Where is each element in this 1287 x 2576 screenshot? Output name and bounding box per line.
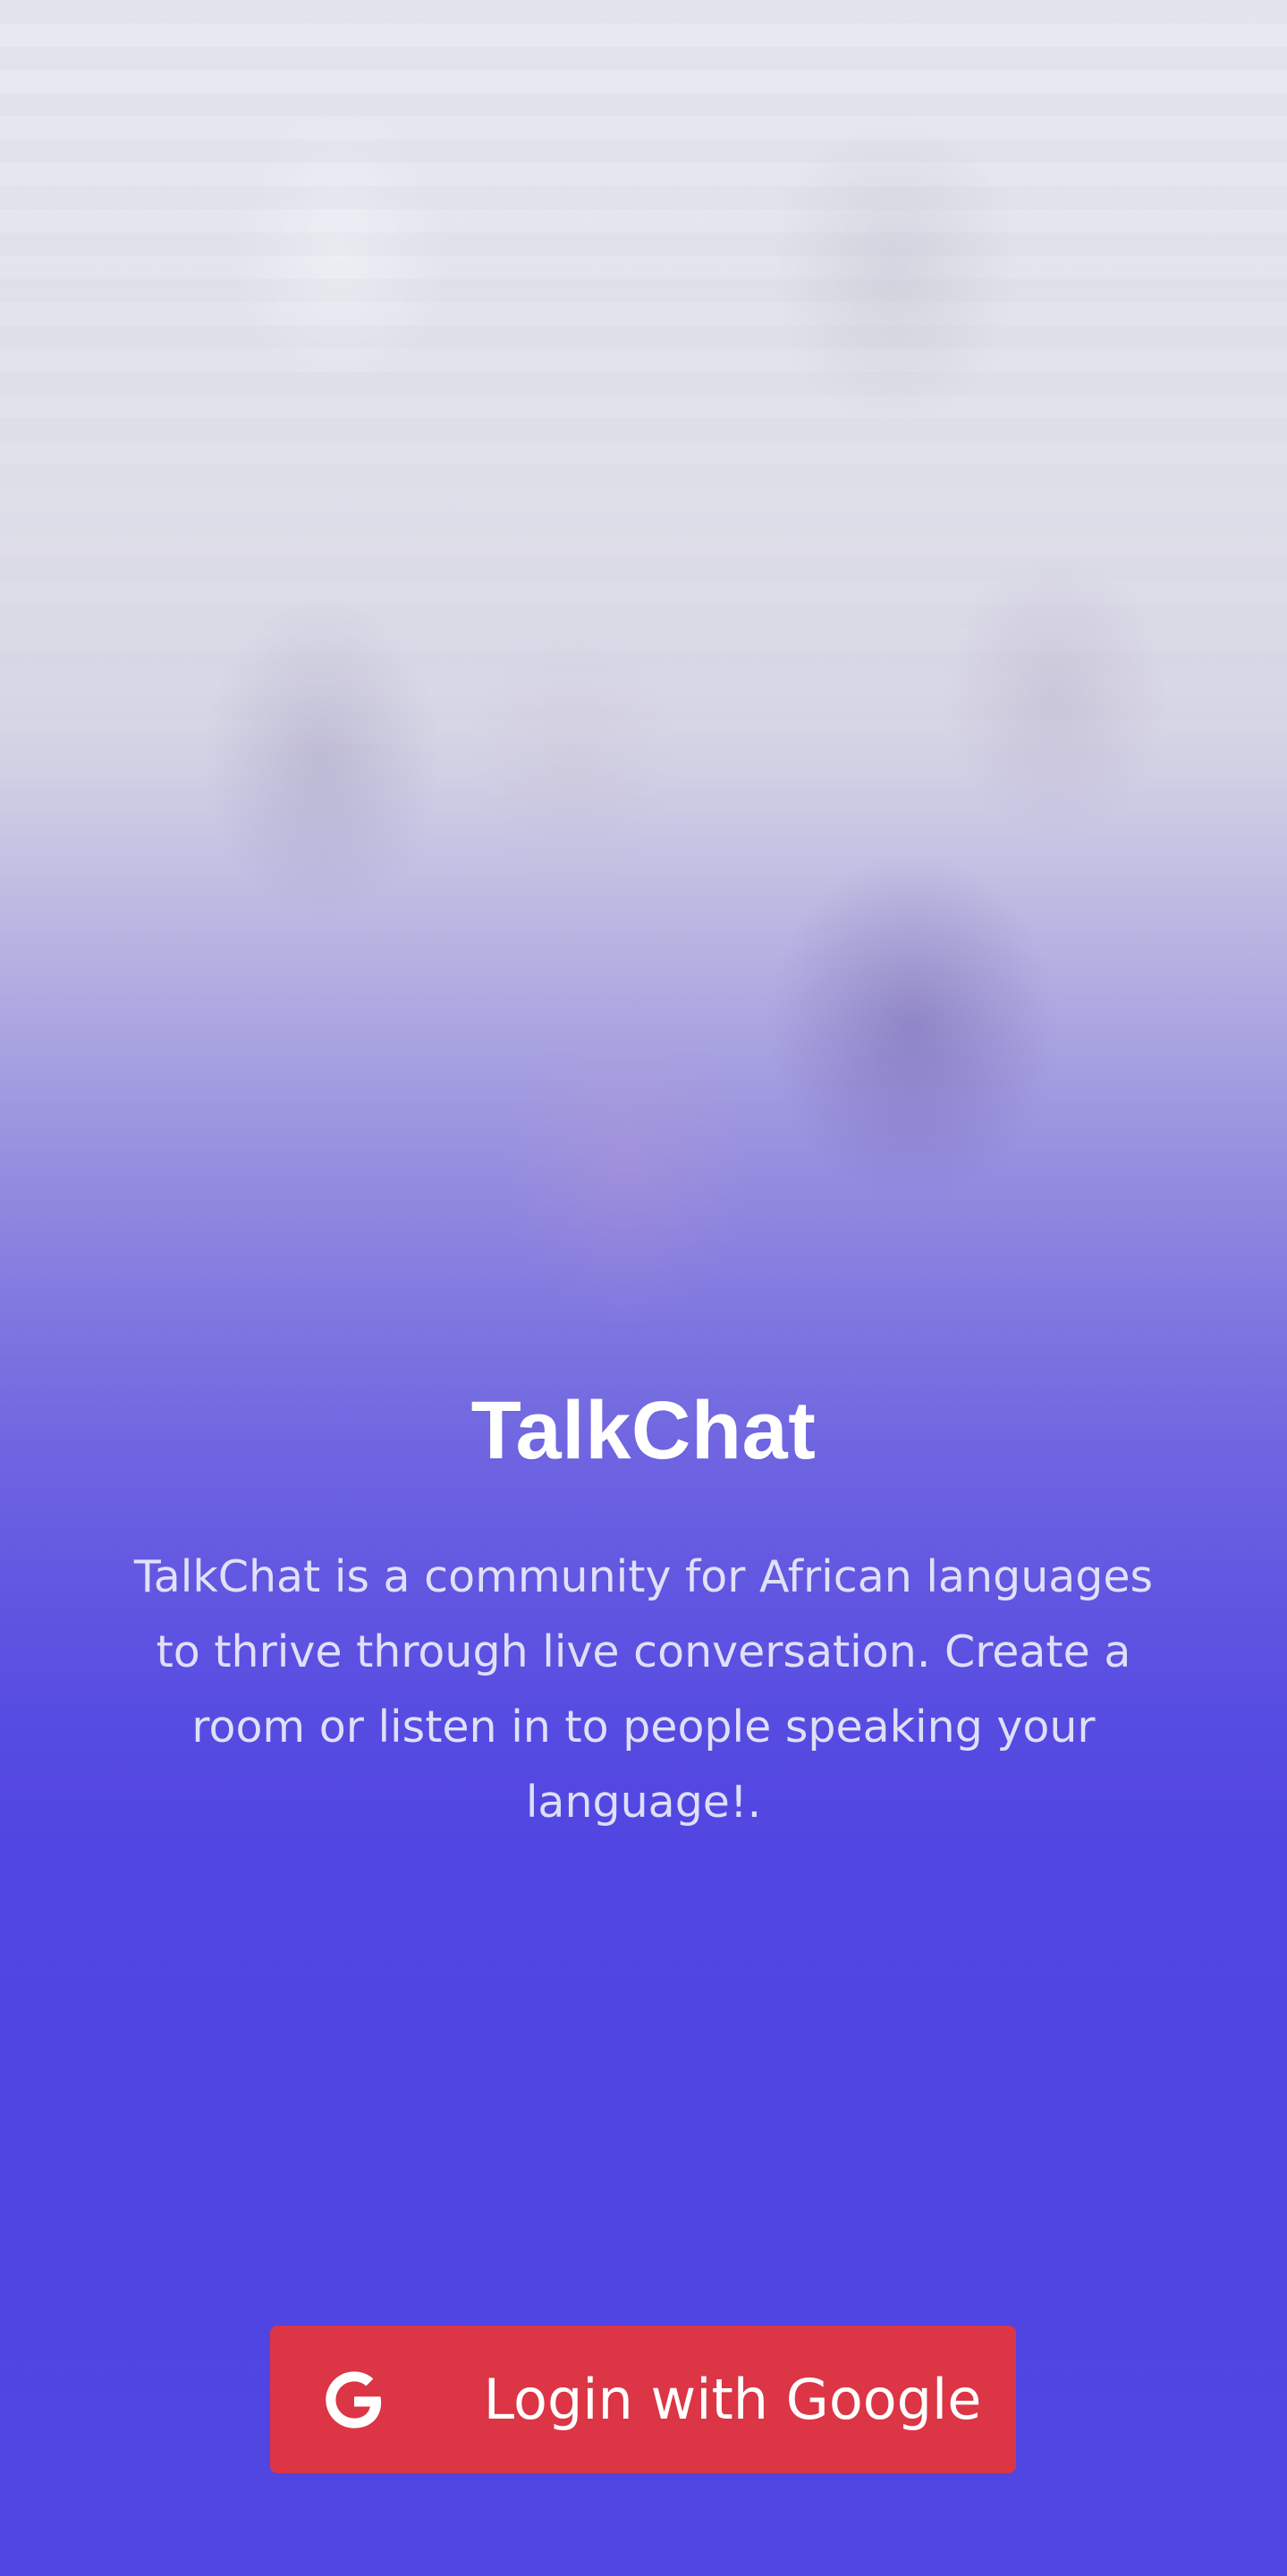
gradient-overlay [0, 0, 1287, 2576]
app-title: TalkChat [470, 1385, 817, 1476]
login-screen: TalkChat TalkChat is a community for Afr… [0, 0, 1287, 2576]
app-description: TalkChat is a community for African lang… [133, 1551, 1154, 1828]
login-button-label: Login with Google [483, 2366, 982, 2432]
login-with-google-button[interactable]: Login with Google [270, 2326, 1016, 2473]
google-icon [326, 2370, 382, 2428]
